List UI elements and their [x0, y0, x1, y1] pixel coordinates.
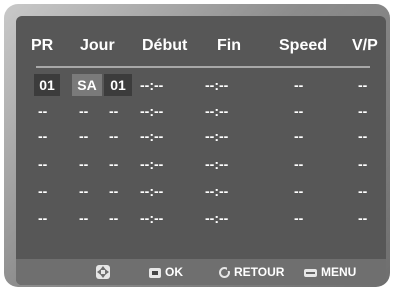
- header-jour: Jour: [80, 37, 115, 54]
- timer-programming-screen: PR Jour Début Fin Speed V/P 01 SA 01 --:…: [16, 16, 386, 285]
- day-field[interactable]: --: [79, 100, 88, 122]
- date-field[interactable]: --: [109, 207, 118, 229]
- enter-key-icon: [149, 267, 161, 278]
- menu-key-icon: [304, 268, 317, 277]
- speed-value[interactable]: --: [294, 100, 303, 122]
- ok-label: OK: [165, 265, 183, 279]
- menu-button-hint[interactable]: MENU: [304, 263, 356, 281]
- end-time[interactable]: --:--: [205, 74, 228, 96]
- vp-value[interactable]: --: [358, 125, 367, 147]
- vp-value[interactable]: --: [358, 180, 367, 202]
- return-label: RETOUR: [234, 265, 285, 279]
- button-guide-bar: OK RETOUR MENU: [16, 259, 386, 285]
- header-debut: Début: [142, 37, 188, 54]
- speed-value[interactable]: --: [294, 153, 303, 175]
- program-field[interactable]: --: [38, 125, 47, 147]
- start-time[interactable]: --:--: [140, 153, 163, 175]
- program-field[interactable]: 01: [34, 74, 60, 96]
- day-field[interactable]: --: [79, 125, 88, 147]
- timer-row[interactable]: -- -- -- --:-- --:-- -- --: [16, 100, 386, 122]
- day-field[interactable]: --: [79, 180, 88, 202]
- header-divider: [36, 66, 370, 68]
- vp-value[interactable]: --: [358, 153, 367, 175]
- header-vp: V/P: [352, 37, 378, 54]
- timer-row[interactable]: -- -- -- --:-- --:-- -- --: [16, 153, 386, 175]
- vp-value[interactable]: --: [358, 74, 367, 96]
- return-button-hint[interactable]: RETOUR: [219, 263, 284, 281]
- day-field[interactable]: SA: [72, 74, 102, 96]
- end-time[interactable]: --:--: [205, 153, 228, 175]
- speed-value[interactable]: --: [294, 180, 303, 202]
- start-time[interactable]: --:--: [140, 74, 163, 96]
- program-field[interactable]: --: [38, 153, 47, 175]
- header-pr: PR: [31, 37, 54, 54]
- end-time[interactable]: --:--: [205, 180, 228, 202]
- menu-label: MENU: [321, 265, 357, 279]
- header-speed: Speed: [279, 37, 328, 54]
- tv-frame: PR Jour Début Fin Speed V/P 01 SA 01 --:…: [4, 4, 390, 287]
- speed-value[interactable]: --: [294, 125, 303, 147]
- timer-row[interactable]: -- -- -- --:-- --:-- -- --: [16, 180, 386, 202]
- end-time[interactable]: --:--: [205, 100, 228, 122]
- day-field[interactable]: --: [79, 207, 88, 229]
- date-field[interactable]: --: [109, 125, 118, 147]
- program-field[interactable]: --: [38, 207, 47, 229]
- start-time[interactable]: --:--: [140, 207, 163, 229]
- timer-row[interactable]: -- -- -- --:-- --:-- -- --: [16, 207, 386, 229]
- start-time[interactable]: --:--: [140, 125, 163, 147]
- day-field[interactable]: --: [79, 153, 88, 175]
- end-time[interactable]: --:--: [205, 125, 228, 147]
- program-field[interactable]: --: [38, 100, 47, 122]
- header-fin: Fin: [217, 37, 241, 54]
- date-field[interactable]: 01: [104, 74, 132, 96]
- timer-row[interactable]: 01 SA 01 --:-- --:-- -- --: [16, 74, 386, 96]
- timer-row[interactable]: -- -- -- --:-- --:-- -- --: [16, 125, 386, 147]
- return-icon: [219, 267, 231, 279]
- start-time[interactable]: --:--: [140, 100, 163, 122]
- date-field[interactable]: --: [109, 100, 118, 122]
- vp-value[interactable]: --: [358, 207, 367, 229]
- ok-button-hint[interactable]: OK: [149, 263, 183, 281]
- program-field[interactable]: --: [38, 180, 47, 202]
- direction-pad-icon: [96, 265, 110, 279]
- date-field[interactable]: --: [109, 180, 118, 202]
- start-time[interactable]: --:--: [140, 180, 163, 202]
- table-header: PR Jour Début Fin Speed V/P: [16, 16, 386, 62]
- end-time[interactable]: --:--: [205, 207, 228, 229]
- speed-value[interactable]: --: [294, 207, 303, 229]
- speed-value[interactable]: --: [294, 74, 303, 96]
- vp-value[interactable]: --: [358, 100, 367, 122]
- date-field[interactable]: --: [109, 153, 118, 175]
